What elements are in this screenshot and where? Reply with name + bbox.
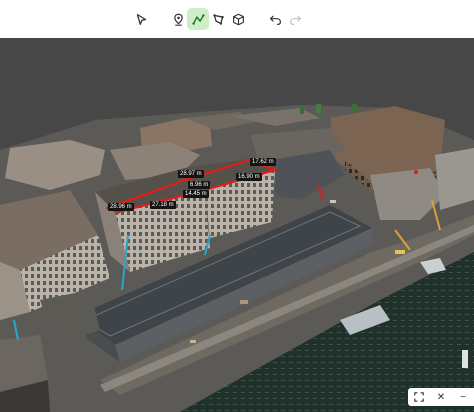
fullscreen-icon[interactable] — [413, 391, 426, 404]
measurement-label: 28.96 m — [108, 203, 134, 211]
3d-viewport[interactable]: 28.97 m 17.62 m 6.96 m 16.90 m 14.45 m 2… — [0, 38, 474, 412]
measurement-label: 27.18 m — [150, 201, 176, 209]
top-toolbar — [0, 0, 474, 39]
undo-icon[interactable] — [264, 8, 286, 30]
measurement-label: 17.62 m — [250, 158, 276, 166]
cube-icon[interactable] — [227, 8, 249, 30]
polyline-measure-icon[interactable] — [187, 8, 209, 30]
polygon-area-icon[interactable] — [207, 8, 229, 30]
redo-icon[interactable] — [284, 8, 306, 30]
measurement-label: 14.45 m — [183, 190, 209, 198]
measurement-label: 28.97 m — [178, 170, 204, 178]
close-icon[interactable]: ✕ — [435, 391, 448, 404]
measurement-label: 16.90 m — [236, 173, 262, 181]
minus-icon[interactable]: − — [457, 391, 470, 404]
measurement-label: 6.96 m — [188, 181, 211, 189]
city-model — [0, 104, 474, 412]
viewport-controls: ✕ − — [408, 388, 474, 406]
cursor-arrow-icon[interactable] — [130, 8, 152, 30]
location-pin-icon[interactable] — [167, 8, 189, 30]
